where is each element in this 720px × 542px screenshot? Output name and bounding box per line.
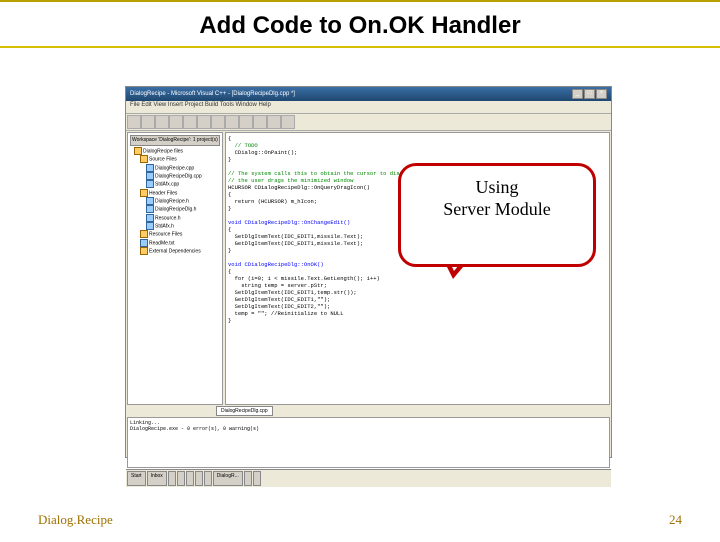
tree-file[interactable]: DialogRecipeDlg.cpp bbox=[130, 172, 220, 180]
tree-folder[interactable]: Source Files bbox=[130, 155, 220, 163]
taskbar-item[interactable]: DialogR... bbox=[213, 471, 243, 486]
slide-title: Add Code to On.OK Handler bbox=[0, 2, 720, 48]
tool-icon[interactable] bbox=[239, 115, 253, 129]
taskbar-item[interactable] bbox=[195, 471, 203, 486]
tool-icon[interactable] bbox=[281, 115, 295, 129]
tool-icon[interactable] bbox=[253, 115, 267, 129]
taskbar-item[interactable]: Inbox bbox=[147, 471, 167, 486]
tool-icon[interactable] bbox=[225, 115, 239, 129]
taskbar[interactable]: Start Inbox DialogR... bbox=[126, 469, 611, 487]
tree-folder[interactable]: Header Files bbox=[130, 189, 220, 197]
folder-icon bbox=[140, 230, 148, 238]
folder-icon bbox=[140, 155, 148, 163]
callout-line1: Using bbox=[475, 177, 518, 197]
callout-line2: Server Module bbox=[443, 199, 550, 219]
ide-window: DialogRecipe - Microsoft Visual C++ - [D… bbox=[125, 86, 612, 458]
start-button[interactable]: Start bbox=[127, 471, 146, 486]
tree-file[interactable]: Resource.h bbox=[130, 214, 220, 222]
tool-icon[interactable] bbox=[141, 115, 155, 129]
titlebar[interactable]: DialogRecipe - Microsoft Visual C++ - [D… bbox=[126, 87, 611, 101]
taskbar-item[interactable] bbox=[204, 471, 212, 486]
minimize-icon[interactable]: _ bbox=[572, 89, 583, 99]
tree-header: Workspace 'DialogRecipe': 1 project(s) bbox=[130, 135, 220, 146]
file-icon bbox=[146, 205, 154, 213]
tool-icon[interactable] bbox=[155, 115, 169, 129]
tool-icon[interactable] bbox=[183, 115, 197, 129]
taskbar-item[interactable] bbox=[186, 471, 194, 486]
file-icon bbox=[146, 164, 154, 172]
tool-icon[interactable] bbox=[127, 115, 141, 129]
editor-tab[interactable]: DialogRecipeDlg.cpp bbox=[216, 406, 273, 416]
toolbar[interactable] bbox=[126, 113, 611, 131]
callout-bubble: Using Server Module bbox=[398, 163, 596, 267]
maximize-icon[interactable]: □ bbox=[584, 89, 595, 99]
file-icon bbox=[146, 214, 154, 222]
footer-right: 24 bbox=[669, 512, 682, 528]
file-icon bbox=[146, 197, 154, 205]
window-title-text: DialogRecipe - Microsoft Visual C++ - [D… bbox=[130, 91, 295, 97]
tree-file[interactable]: DialogRecipeDlg.h bbox=[130, 205, 220, 213]
file-icon bbox=[146, 180, 154, 188]
tree-folder[interactable]: External Dependencies bbox=[130, 247, 220, 255]
taskbar-item[interactable] bbox=[253, 471, 261, 486]
tool-icon[interactable] bbox=[197, 115, 211, 129]
output-line: DialogRecipe.exe - 0 error(s), 0 warning… bbox=[130, 426, 607, 432]
tree-project[interactable]: DialogRecipe files bbox=[130, 147, 220, 155]
tree-file[interactable]: StdAfx.cpp bbox=[130, 180, 220, 188]
taskbar-item[interactable] bbox=[177, 471, 185, 486]
tree-file[interactable]: DialogRecipe.cpp bbox=[130, 164, 220, 172]
file-icon bbox=[146, 172, 154, 180]
file-icon bbox=[146, 222, 154, 230]
tree-file[interactable]: DialogRecipe.h bbox=[130, 197, 220, 205]
tool-icon[interactable] bbox=[211, 115, 225, 129]
file-icon bbox=[140, 239, 148, 247]
tree-file[interactable]: StdAfx.h bbox=[130, 222, 220, 230]
taskbar-item[interactable] bbox=[168, 471, 176, 486]
tree-file[interactable]: ReadMe.txt bbox=[130, 239, 220, 247]
folder-icon bbox=[140, 247, 148, 255]
workspace-tree[interactable]: Workspace 'DialogRecipe': 1 project(s) D… bbox=[127, 132, 223, 405]
menubar[interactable]: File Edit View Insert Project Build Tool… bbox=[126, 101, 611, 113]
tool-icon[interactable] bbox=[267, 115, 281, 129]
close-icon[interactable]: × bbox=[596, 89, 607, 99]
footer-left: Dialog.Recipe bbox=[38, 512, 113, 528]
tree-folder[interactable]: Resource Files bbox=[130, 230, 220, 238]
output-pane[interactable]: Linking... DialogRecipe.exe - 0 error(s)… bbox=[127, 417, 610, 468]
folder-icon bbox=[140, 189, 148, 197]
tool-icon[interactable] bbox=[169, 115, 183, 129]
folder-icon bbox=[134, 147, 142, 155]
editor-tabs[interactable]: DialogRecipeDlg.cpp bbox=[126, 406, 611, 416]
taskbar-item[interactable] bbox=[244, 471, 252, 486]
